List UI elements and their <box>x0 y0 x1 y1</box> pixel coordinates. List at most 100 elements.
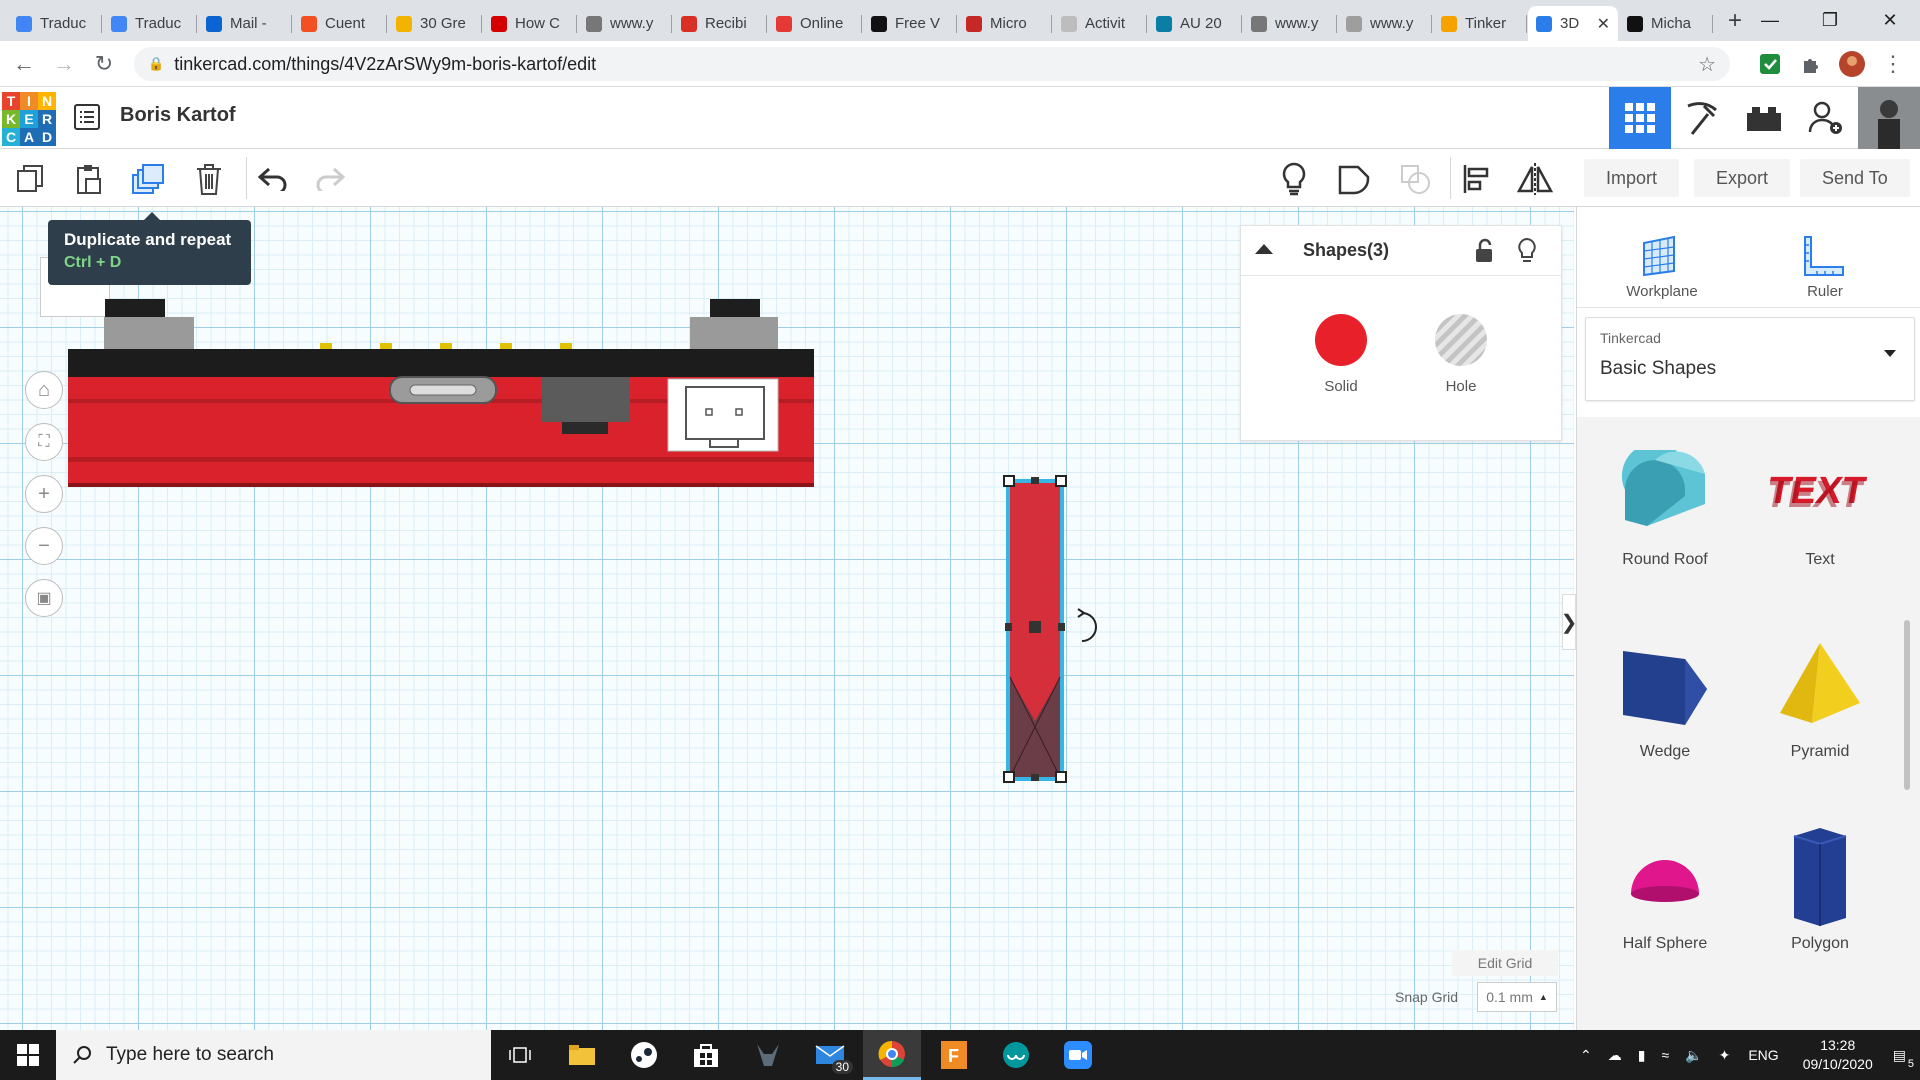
browser-tab[interactable]: Traduc <box>103 6 197 41</box>
arduino-icon[interactable] <box>987 1030 1045 1080</box>
close-tab-icon[interactable]: ✕ <box>1597 14 1610 34</box>
paste-button[interactable] <box>68 159 108 199</box>
onedrive-icon[interactable]: ☁ <box>1608 1047 1622 1064</box>
tinkercad-logo[interactable]: TINKERCAD <box>2 92 56 146</box>
3d-view-button[interactable] <box>1609 87 1671 149</box>
maximize-icon[interactable]: ❐ <box>1800 0 1860 40</box>
zoom-app-icon[interactable] <box>1049 1030 1107 1080</box>
ortho-view-button[interactable]: ▣ <box>25 579 63 617</box>
browser-tab[interactable]: Traduc <box>8 6 102 41</box>
forward-icon[interactable]: → <box>48 48 80 80</box>
user-avatar[interactable] <box>1858 87 1920 149</box>
panel-scrollbar[interactable] <box>1904 620 1910 790</box>
project-title[interactable]: Boris Kartof <box>120 104 236 127</box>
reload-icon[interactable]: ↻ <box>88 48 120 80</box>
dropbox-icon[interactable]: ✦ <box>1719 1047 1731 1064</box>
group-button[interactable] <box>1334 159 1374 199</box>
shape-half-sphere[interactable]: Half Sphere <box>1590 821 1740 953</box>
browser-tab[interactable]: How C <box>483 6 577 41</box>
rotate-handle-icon[interactable] <box>1082 613 1096 641</box>
ungroup-button[interactable] <box>1396 159 1436 199</box>
import-button[interactable]: Import <box>1584 159 1679 197</box>
browser-tab[interactable]: Micha <box>1619 6 1713 41</box>
fit-view-button[interactable]: ⛶ <box>25 423 63 461</box>
solid-color-swatch[interactable] <box>1315 314 1367 366</box>
browser-tab[interactable]: www.y <box>578 6 672 41</box>
battery-icon[interactable]: ▮ <box>1638 1047 1646 1064</box>
codeblocks-button[interactable] <box>1671 87 1733 149</box>
clock[interactable]: 13:28 09/10/2020 <box>1803 1036 1873 1074</box>
url-input[interactable]: 🔒 tinkercad.com/things/4V2zArSWy9m-boris… <box>134 47 1730 81</box>
browser-tab[interactable]: 3D✕ <box>1528 6 1618 41</box>
profile-avatar[interactable] <box>1837 49 1867 79</box>
hole-swatch[interactable] <box>1435 314 1487 366</box>
store-icon[interactable] <box>677 1030 735 1080</box>
start-button[interactable] <box>0 1030 56 1080</box>
send-to-button[interactable]: Send To <box>1800 159 1910 197</box>
file-explorer-icon[interactable] <box>553 1030 611 1080</box>
browser-tab[interactable]: Mail - <box>198 6 292 41</box>
browser-tab[interactable]: Activit <box>1053 6 1147 41</box>
browser-tab[interactable]: www.y <box>1338 6 1432 41</box>
zoom-out-button[interactable]: − <box>25 527 63 565</box>
browser-tab[interactable]: Tinker <box>1433 6 1527 41</box>
edit-grid-button[interactable]: Edit Grid <box>1452 950 1558 976</box>
browser-tab[interactable]: www.y <box>1243 6 1337 41</box>
predator-icon[interactable] <box>739 1030 797 1080</box>
browser-tab[interactable]: 30 Gre <box>388 6 482 41</box>
browser-tab[interactable]: Cuent <box>293 6 387 41</box>
back-icon[interactable]: ← <box>8 48 40 80</box>
workplane-button[interactable]: Workplane <box>1612 223 1712 300</box>
shape-polygon[interactable]: Polygon <box>1745 821 1895 953</box>
browser-tab[interactable]: Micro <box>958 6 1052 41</box>
undo-button[interactable] <box>253 159 293 199</box>
copy-button[interactable] <box>10 159 50 199</box>
redo-button[interactable] <box>310 159 350 199</box>
browser-tab[interactable]: Free V <box>863 6 957 41</box>
shape-wedge[interactable]: Wedge <box>1590 629 1740 761</box>
close-window-icon[interactable]: ✕ <box>1860 0 1920 40</box>
lock-icon[interactable] <box>1473 238 1495 264</box>
minimize-icon[interactable]: — <box>1740 0 1800 40</box>
bookmark-star-icon[interactable]: ☆ <box>1698 52 1716 77</box>
volume-icon[interactable]: 🔈 <box>1685 1047 1702 1064</box>
panel-toggle-button[interactable]: ❯ <box>1562 594 1576 650</box>
duplicate-repeat-button[interactable] <box>128 159 168 199</box>
wifi-icon[interactable]: ≈ <box>1661 1047 1669 1063</box>
mirror-button[interactable] <box>1515 159 1555 199</box>
bricks-button[interactable] <box>1733 87 1795 149</box>
delete-button[interactable] <box>189 159 229 199</box>
tray-chevron-icon[interactable]: ⌃ <box>1580 1047 1592 1064</box>
collapse-icon[interactable] <box>1255 244 1273 254</box>
fusion-icon[interactable]: F <box>925 1030 983 1080</box>
taskbar-search-input[interactable]: Type here to search <box>56 1030 491 1080</box>
task-view-icon[interactable] <box>491 1030 549 1080</box>
snap-grid-select[interactable]: 0.1 mm ▲ <box>1477 982 1557 1012</box>
notes-light-button[interactable] <box>1274 159 1314 199</box>
add-user-button[interactable] <box>1795 87 1857 149</box>
extension-check-icon[interactable] <box>1755 49 1785 79</box>
ruler-button[interactable]: Ruler <box>1775 223 1875 300</box>
board-model[interactable] <box>60 287 830 497</box>
shape-text[interactable]: TEXTTEXT Text <box>1745 437 1895 569</box>
steam-icon[interactable] <box>615 1030 673 1080</box>
zoom-in-button[interactable]: + <box>25 475 63 513</box>
shape-library-select[interactable]: Tinkercad Basic Shapes <box>1585 317 1915 401</box>
home-view-button[interactable]: ⌂ <box>25 371 63 409</box>
hide-lightbulb-icon[interactable] <box>1517 237 1537 265</box>
shape-pyramid[interactable]: Pyramid <box>1745 629 1895 761</box>
mail-icon[interactable]: 30 <box>801 1030 859 1080</box>
align-button[interactable] <box>1456 159 1496 199</box>
shape-round-roof[interactable]: Round Roof <box>1590 437 1740 569</box>
browser-menu-icon[interactable]: ⋮ <box>1878 49 1908 79</box>
notifications-icon[interactable]: ▤5 <box>1893 1047 1906 1064</box>
browser-tab[interactable]: Recibi <box>673 6 767 41</box>
browser-tab[interactable]: Online <box>768 6 862 41</box>
extensions-puzzle-icon[interactable] <box>1796 49 1826 79</box>
design-list-icon[interactable] <box>74 103 100 131</box>
selected-shape[interactable] <box>996 467 1116 787</box>
export-button[interactable]: Export <box>1694 159 1790 197</box>
language-indicator[interactable]: ENG <box>1748 1047 1778 1063</box>
browser-tab[interactable]: AU 20 <box>1148 6 1242 41</box>
chrome-icon[interactable] <box>863 1030 921 1080</box>
